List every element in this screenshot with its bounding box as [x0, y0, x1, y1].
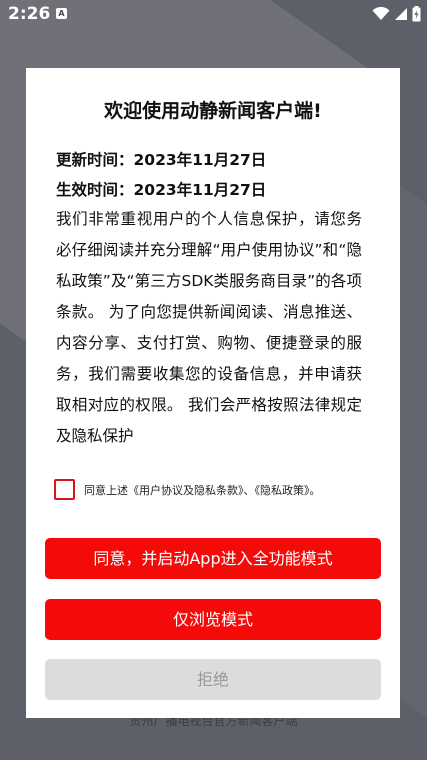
agree-row[interactable]: 同意上述《用户协议及隐私条款》、《隐私政策》。 — [54, 479, 384, 501]
wifi-icon — [372, 7, 390, 20]
notification-icon: A — [56, 8, 67, 19]
refuse-button[interactable]: 拒绝 — [45, 659, 381, 700]
status-icons — [372, 6, 421, 22]
status-bar: 2:26 A — [0, 0, 427, 30]
effective-time: 生效时间：2023年11月27日 — [56, 181, 267, 199]
status-time: 2:26 — [8, 4, 51, 24]
policy-body-text[interactable]: 我们非常重视用户的个人信息保护，请您务必仔细阅读并充分理解“用户使用协议”和“隐… — [56, 204, 362, 448]
dialog-title: 欢迎使用动静新闻客户端! — [104, 100, 322, 122]
browse-only-button[interactable]: 仅浏览模式 — [45, 599, 381, 640]
update-time: 更新时间：2023年11月27日 — [56, 151, 267, 169]
privacy-dialog: 欢迎使用动静新闻客户端! 更新时间：2023年11月27日 生效时间：2023年… — [26, 68, 400, 718]
signal-icon — [395, 8, 407, 20]
agree-label[interactable]: 同意上述《用户协议及隐私条款》、《隐私政策》。 — [84, 482, 321, 498]
agree-checkbox[interactable] — [54, 479, 75, 500]
agree-full-mode-button[interactable]: 同意，并启动App进入全功能模式 — [45, 538, 381, 579]
battery-icon — [412, 6, 421, 22]
